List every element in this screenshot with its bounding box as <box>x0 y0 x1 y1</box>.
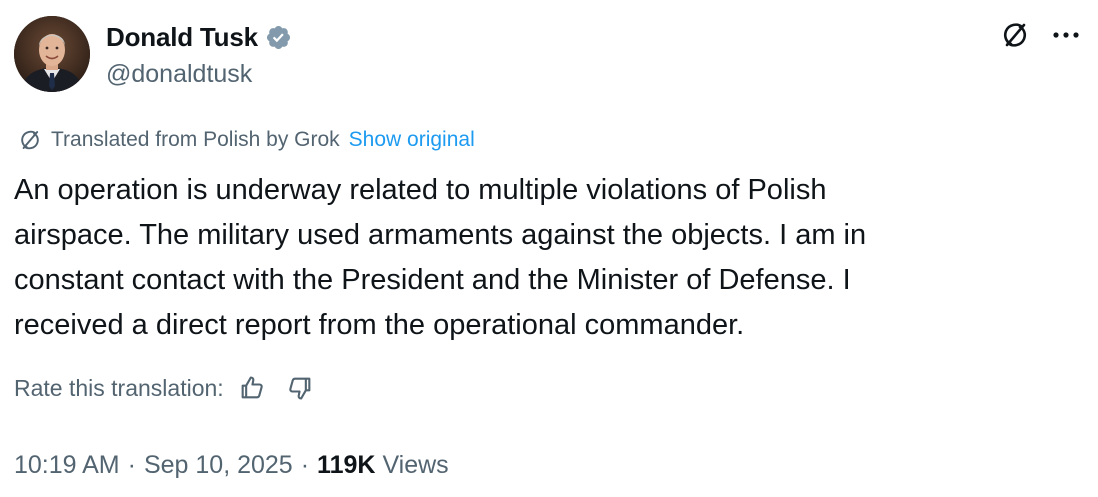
avatar[interactable] <box>14 16 90 92</box>
tweet-date[interactable]: Sep 10, 2025 <box>144 451 293 480</box>
author-block: Donald Tusk @donaldtusk <box>106 20 292 89</box>
author-name-row: Donald Tusk <box>106 20 292 54</box>
thumbs-up-icon[interactable] <box>238 374 266 402</box>
translation-notice-text: Translated from Polish by Grok <box>51 128 340 151</box>
translation-notice: Translated from Polish by Grok Show orig… <box>18 128 475 152</box>
author-handle[interactable]: @donaldtusk <box>106 60 292 89</box>
tweet-meta: 10:19 AM · Sep 10, 2025 · 119K Views <box>14 451 449 480</box>
header-actions <box>1000 20 1084 50</box>
tweet-text: An operation is underway related to mult… <box>14 168 1074 348</box>
more-icon[interactable] <box>1048 20 1084 50</box>
tweet-text-line: An operation is underway related to mult… <box>14 174 827 206</box>
rate-translation-label: Rate this translation: <box>14 374 224 401</box>
tweet-text-line: constant contact with the President and … <box>14 264 851 296</box>
tweet-time[interactable]: 10:19 AM <box>14 451 120 480</box>
views-label: Views <box>382 451 449 479</box>
meta-separator: · <box>300 451 310 479</box>
avatar-image <box>14 16 90 92</box>
verified-badge-icon[interactable] <box>265 24 292 51</box>
tweet-text-line: airspace. The military used armaments ag… <box>14 219 867 251</box>
tweet-text-line: received a direct report from the operat… <box>14 309 745 341</box>
show-original-link[interactable]: Show original <box>349 128 475 152</box>
author-display-name[interactable]: Donald Tusk <box>106 22 258 53</box>
grok-icon[interactable] <box>1000 20 1030 50</box>
meta-separator: · <box>127 451 136 479</box>
thumbs-down-icon[interactable] <box>286 374 314 402</box>
rate-translation: Rate this translation: <box>14 374 314 402</box>
grok-icon <box>18 128 42 152</box>
views-count[interactable]: 119K <box>317 451 375 480</box>
